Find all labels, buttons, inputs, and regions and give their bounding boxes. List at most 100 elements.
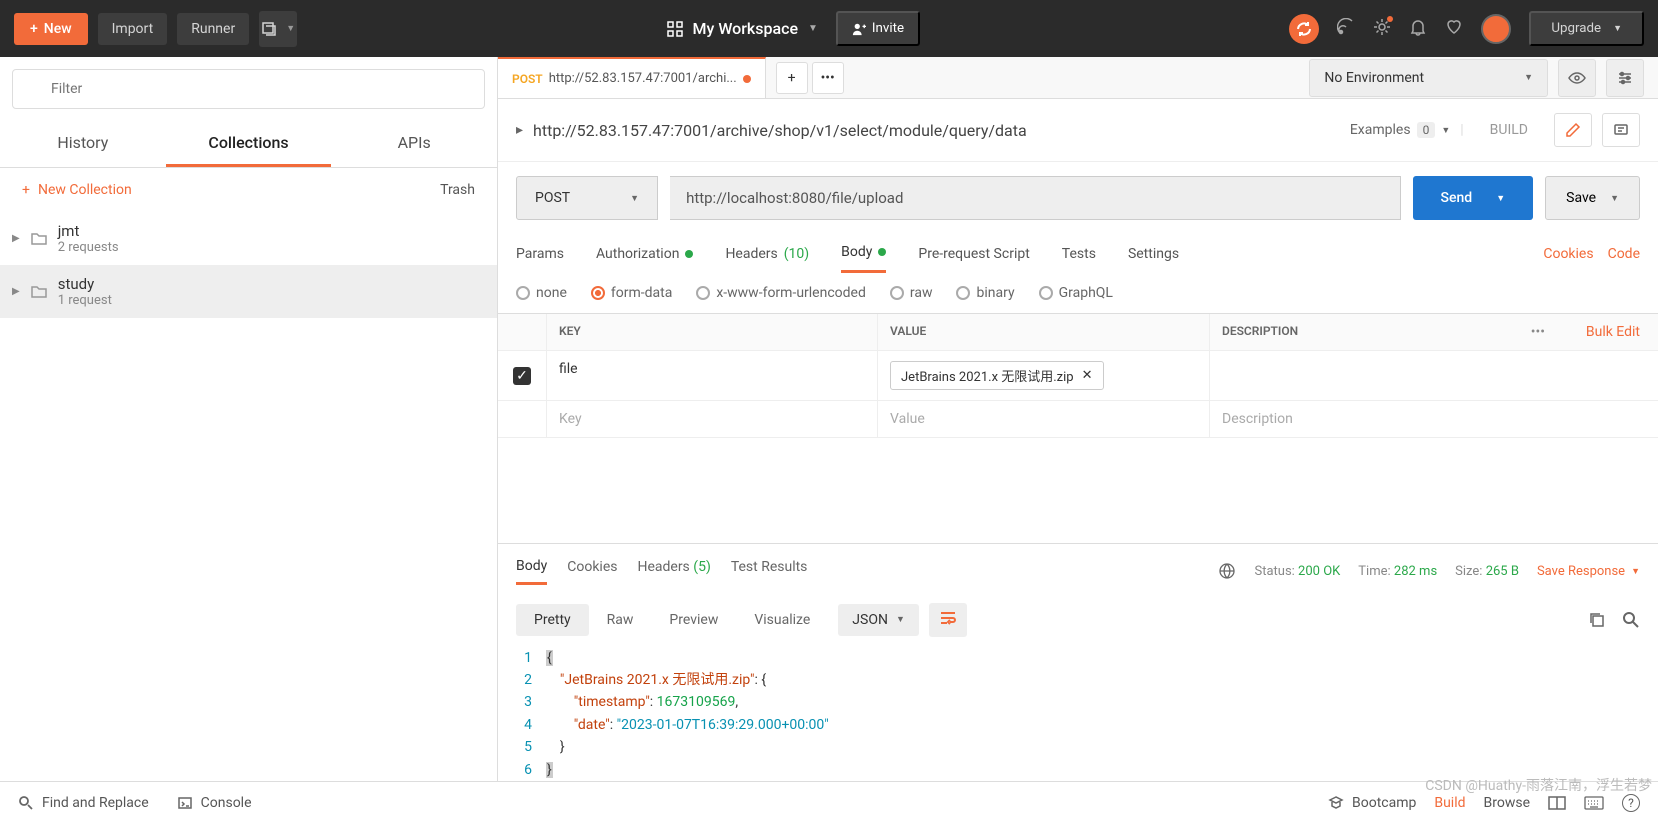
settings-icon[interactable]: [1373, 18, 1391, 40]
heart-icon[interactable]: [1445, 18, 1463, 40]
eye-icon: [1568, 69, 1586, 87]
row-checkbox[interactable]: ✓: [513, 367, 531, 385]
body-type-urlencoded[interactable]: x-www-form-urlencoded: [696, 285, 866, 301]
tab-history[interactable]: History: [0, 121, 166, 167]
user-avatar[interactable]: [1481, 14, 1511, 44]
chevron-down-icon: ▼: [1496, 193, 1505, 204]
sync-button[interactable]: [1289, 14, 1319, 44]
close-icon[interactable]: ✕: [1082, 368, 1093, 383]
send-button[interactable]: Send ▼: [1413, 176, 1534, 220]
view-raw[interactable]: Raw: [589, 604, 652, 636]
save-response-button[interactable]: Save Response ▼: [1537, 564, 1640, 579]
folder-icon: [30, 283, 48, 301]
filter-input[interactable]: [12, 69, 485, 109]
upgrade-button[interactable]: Upgrade ▼: [1529, 11, 1644, 46]
tab-params[interactable]: Params: [516, 236, 564, 272]
key-input[interactable]: Key: [546, 401, 878, 437]
method-selector[interactable]: POST ▼: [516, 176, 658, 220]
window-icon-button[interactable]: ▼: [259, 11, 297, 47]
status-dot-icon: [685, 250, 693, 258]
build-label: BUILD: [1474, 122, 1544, 138]
response-tab-cookies[interactable]: Cookies: [567, 559, 617, 583]
environment-preview-button[interactable]: [1558, 59, 1596, 97]
tab-settings[interactable]: Settings: [1128, 236, 1179, 272]
body-type-graphql[interactable]: GraphQL: [1039, 285, 1113, 301]
import-button[interactable]: Import: [98, 13, 168, 45]
more-options-button[interactable]: •••: [1508, 314, 1568, 350]
body-type-formdata[interactable]: form-data: [591, 285, 672, 301]
collection-item[interactable]: ▶ study 1 request: [0, 265, 497, 318]
search-icon[interactable]: [1622, 611, 1640, 629]
view-visualize[interactable]: Visualize: [736, 604, 828, 636]
collection-name: jmt: [58, 222, 119, 240]
view-pretty[interactable]: Pretty: [516, 604, 589, 636]
response-tab-headers[interactable]: Headers (5): [637, 559, 710, 583]
new-tab-button[interactable]: +: [776, 62, 808, 94]
tab-tests[interactable]: Tests: [1062, 236, 1096, 272]
tab-body[interactable]: Body: [841, 234, 886, 273]
app-header: + New Import Runner ▼ My Workspace ▼ Inv…: [0, 0, 1658, 57]
view-preview[interactable]: Preview: [651, 604, 736, 636]
runner-button[interactable]: Runner: [177, 13, 249, 45]
new-collection-button[interactable]: + New Collection: [22, 182, 132, 198]
value-cell[interactable]: JetBrains 2021.x 无限试用.zip ✕: [878, 351, 1210, 400]
save-button[interactable]: Save ▼: [1545, 176, 1640, 220]
edit-button[interactable]: [1554, 113, 1592, 147]
key-cell[interactable]: file: [546, 351, 878, 400]
bootcamp-icon: [1328, 795, 1344, 811]
help-icon[interactable]: ?: [1622, 794, 1640, 812]
response-tab-tests[interactable]: Test Results: [731, 559, 808, 583]
tab-headers[interactable]: Headers (10): [725, 236, 809, 272]
workspace-selector[interactable]: My Workspace ▼: [667, 19, 818, 38]
environment-settings-button[interactable]: [1606, 59, 1644, 97]
caret-right-icon[interactable]: ▸: [516, 122, 523, 138]
tab-apis[interactable]: APIs: [331, 121, 497, 167]
tab-options-button[interactable]: •••: [812, 62, 844, 94]
grid-icon: [667, 21, 683, 37]
tab-prerequest[interactable]: Pre-request Script: [918, 236, 1029, 272]
value-input[interactable]: Value: [878, 401, 1210, 437]
tab-collections[interactable]: Collections: [166, 121, 332, 167]
wrap-lines-button[interactable]: [929, 603, 967, 637]
request-method-badge: POST: [512, 72, 543, 86]
keyboard-icon[interactable]: [1584, 796, 1604, 810]
globe-icon[interactable]: [1218, 562, 1236, 580]
status-dot-icon: [878, 248, 886, 256]
file-chip[interactable]: JetBrains 2021.x 无限试用.zip ✕: [890, 361, 1104, 390]
cookies-link[interactable]: Cookies: [1543, 246, 1593, 262]
satellite-icon[interactable]: [1337, 18, 1355, 40]
bell-icon[interactable]: [1409, 18, 1427, 40]
description-cell[interactable]: [1210, 351, 1538, 400]
url-input[interactable]: [670, 176, 1400, 220]
response-tab-body[interactable]: Body: [516, 558, 547, 585]
build-link[interactable]: Build: [1434, 795, 1465, 811]
chevron-down-icon: ▼: [1441, 125, 1450, 136]
description-input[interactable]: Description: [1210, 401, 1538, 437]
collection-count: 1 request: [58, 293, 112, 308]
code-link[interactable]: Code: [1608, 246, 1640, 262]
find-replace-button[interactable]: Find and Replace: [18, 795, 149, 811]
copy-icon[interactable]: [1588, 611, 1606, 629]
body-type-none[interactable]: none: [516, 285, 567, 301]
format-selector[interactable]: JSON ▼: [838, 604, 919, 636]
request-tab-title: http://52.83.157.47:7001/archi...: [549, 71, 737, 86]
column-description: DESCRIPTION: [1210, 314, 1508, 350]
body-type-binary[interactable]: binary: [956, 285, 1014, 301]
bulk-edit-link[interactable]: Bulk Edit: [1568, 314, 1658, 350]
tab-authorization[interactable]: Authorization: [596, 236, 693, 272]
two-pane-icon[interactable]: [1548, 796, 1566, 810]
console-button[interactable]: Console: [177, 795, 252, 811]
column-value: VALUE: [878, 314, 1210, 350]
request-tab[interactable]: POST http://52.83.157.47:7001/archi...: [498, 57, 766, 98]
environment-selector[interactable]: No Environment ▼: [1309, 59, 1548, 97]
trash-link[interactable]: Trash: [440, 182, 475, 198]
new-button[interactable]: + New: [14, 13, 88, 45]
examples-dropdown[interactable]: Examples 0 ▼: [1350, 122, 1450, 138]
invite-button[interactable]: Invite: [836, 11, 920, 46]
comment-button[interactable]: [1602, 113, 1640, 147]
bootcamp-button[interactable]: Bootcamp: [1328, 795, 1416, 811]
collection-item[interactable]: ▶ jmt 2 requests: [0, 212, 497, 265]
browse-link[interactable]: Browse: [1484, 795, 1530, 811]
body-type-raw[interactable]: raw: [890, 285, 933, 301]
chevron-right-icon: ▶: [12, 233, 20, 244]
